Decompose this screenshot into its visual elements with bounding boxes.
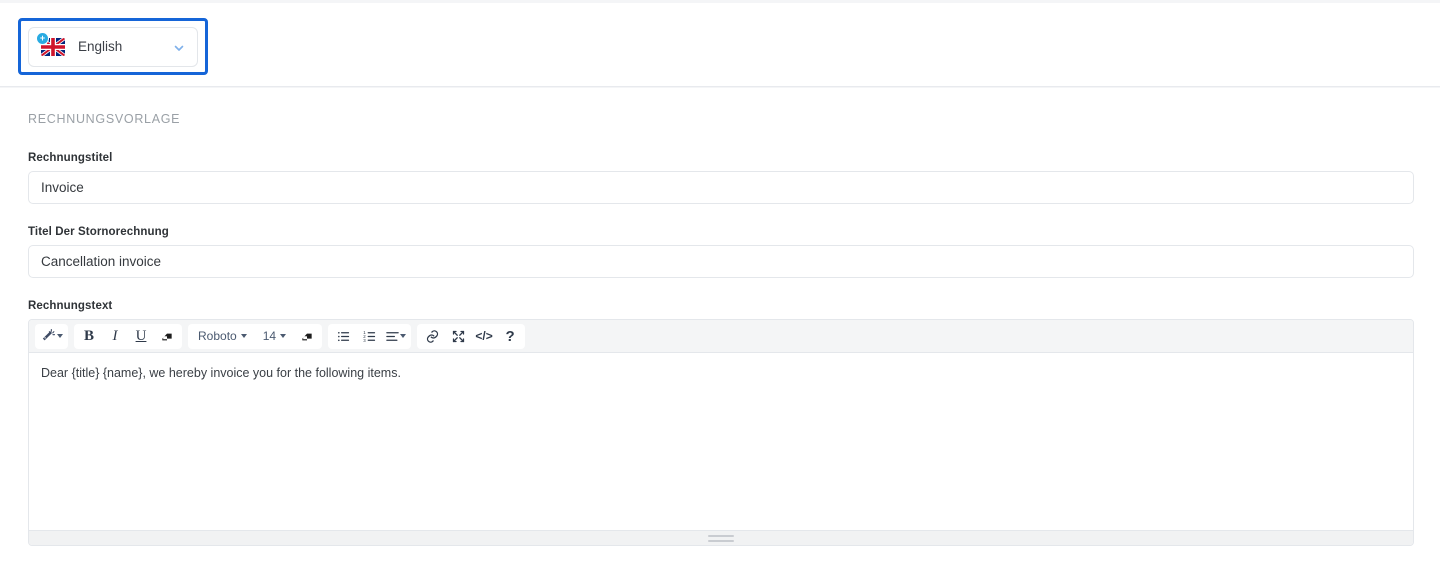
resize-grip-handle[interactable] <box>708 535 734 542</box>
editor-paragraph: Dear {title} {name}, we hereby invoice y… <box>41 366 401 380</box>
editor-toolbar: B I U Roboto 14 1 2 3 </>? <box>29 320 1413 353</box>
caret-down-icon <box>240 334 247 338</box>
field-invoice-title: Rechnungstitel <box>28 152 1414 204</box>
invoice-text-label: Rechnungstext <box>28 300 113 312</box>
editor-status-bar <box>29 530 1413 545</box>
ink-icon <box>300 329 314 343</box>
caret-down-icon <box>57 334 63 338</box>
numbered-list-button[interactable]: 123 <box>356 325 382 348</box>
language-selector-focus-ring: + English <box>18 18 208 75</box>
help-button[interactable]: ? <box>497 325 523 348</box>
language-bar: + English <box>0 3 1440 87</box>
toolbar-group-insert: </>? <box>417 323 526 349</box>
flag-add-badge-icon: + <box>36 31 49 45</box>
fullscreen-icon <box>451 329 466 344</box>
bold-button[interactable]: B <box>76 325 102 348</box>
magic-wand-icon <box>40 328 57 345</box>
numbered-list-icon: 123 <box>362 329 377 344</box>
caret-down-icon <box>400 334 407 338</box>
font-size-select-label: 14 <box>262 329 277 343</box>
language-selector-value: English <box>78 39 123 54</box>
toolbar-group-magic <box>35 323 68 349</box>
align-button[interactable] <box>382 325 409 348</box>
language-selector[interactable]: + English <box>28 26 198 67</box>
page-root: + English RECHNUNGSVORLAGE Rechnungstite… <box>0 0 1440 562</box>
cancellation-title-label: Titel Der Stornorechnung <box>28 226 169 238</box>
underline-button[interactable]: U <box>128 325 154 348</box>
text-color-button[interactable] <box>294 325 320 348</box>
grip-line <box>708 540 734 542</box>
editor-content-area[interactable]: Dear {title} {name}, we hereby invoice y… <box>29 353 1413 530</box>
underline-icon: U <box>135 327 147 344</box>
section-title: RECHNUNGSVORLAGE <box>28 112 181 126</box>
italic-icon: I <box>112 327 118 344</box>
question-mark-icon: ? <box>505 327 515 345</box>
chevron-down-svg <box>174 45 184 51</box>
caret-down-icon <box>280 334 287 338</box>
clear-format-button[interactable] <box>154 325 180 348</box>
toolbar-group-text-style: B IU <box>74 323 182 349</box>
bullet-list-button[interactable] <box>330 325 356 348</box>
cancellation-title-input[interactable] <box>28 245 1414 278</box>
rich-text-editor: B I U Roboto 14 1 2 3 </>? Dear {title} {name}, … <box>28 319 1414 546</box>
code-icon: </> <box>475 329 493 343</box>
font-family-select-label: Roboto <box>198 329 237 343</box>
italic-button[interactable]: I <box>102 325 128 348</box>
font-family-select[interactable]: Roboto <box>190 325 255 348</box>
toolbar-group-lists: 123 <box>328 323 412 349</box>
grip-line <box>708 535 734 537</box>
chevron-down-icon <box>173 41 185 53</box>
invoice-title-input[interactable] <box>28 171 1414 204</box>
field-invoice-text: Rechnungstext B I U Roboto 14 1 2 3 </>? Dear {t… <box>28 300 1414 546</box>
invoice-title-label: Rechnungstitel <box>28 152 113 164</box>
source-code-button[interactable]: </> <box>471 325 497 348</box>
uk-flag-icon: + <box>36 31 65 56</box>
magic-wand-button[interactable] <box>37 325 66 348</box>
toolbar-group-font: Roboto 14 <box>188 323 323 349</box>
bold-icon: B <box>83 327 94 344</box>
bullet-list-icon <box>336 329 351 344</box>
font-size-select[interactable]: 14 <box>255 325 294 348</box>
fullscreen-button[interactable] <box>445 325 471 348</box>
field-cancellation-title: Titel Der Stornorechnung <box>28 226 1414 278</box>
eraser-icon <box>160 329 174 343</box>
invoice-template-panel: RECHNUNGSVORLAGE Rechnungstitel Titel De… <box>0 88 1440 562</box>
link-icon <box>425 329 440 344</box>
svg-text:3: 3 <box>363 338 366 343</box>
align-left-icon <box>385 329 400 344</box>
insert-link-button[interactable] <box>419 325 445 348</box>
